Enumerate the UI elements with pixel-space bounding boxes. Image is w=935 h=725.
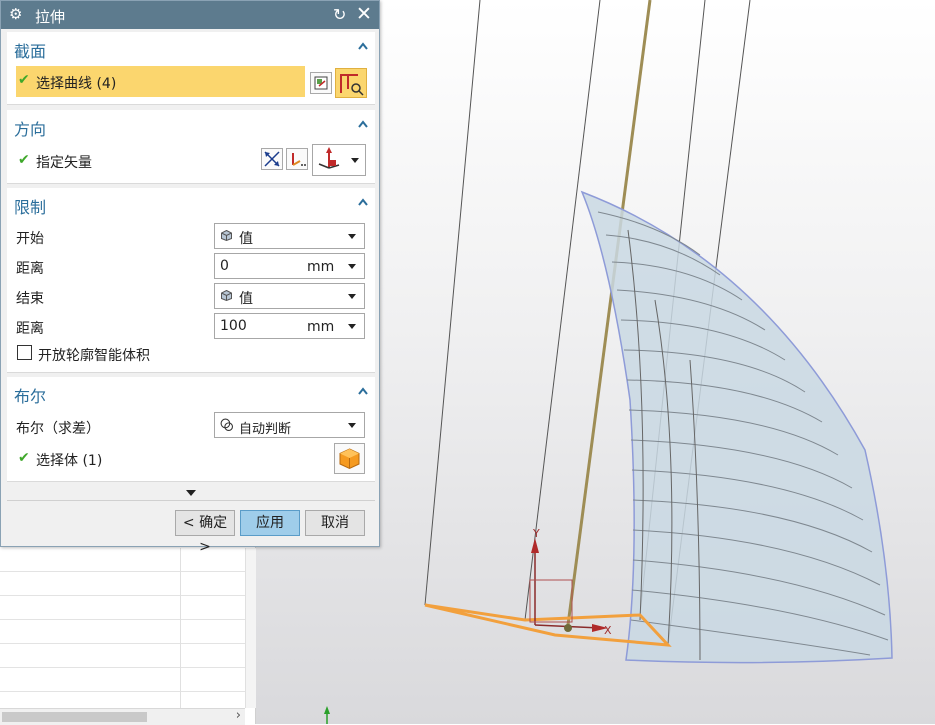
end-distance-field[interactable]: 100 mm bbox=[214, 313, 365, 339]
check-icon: ✔ bbox=[18, 450, 30, 466]
ok-button[interactable]: < 确定 > bbox=[175, 510, 235, 555]
gear-icon[interactable]: ⚙ bbox=[9, 5, 22, 23]
reverse-direction-icon[interactable] bbox=[261, 148, 283, 170]
boolean-panel: 布尔 布尔（求差） 自动判断 ✔ 选择体 (1) bbox=[7, 377, 375, 482]
dialog-titlebar[interactable]: ⚙ 拉伸 ↻ ✕ bbox=[1, 1, 379, 29]
collapse-icon[interactable] bbox=[358, 197, 368, 207]
open-profile-checkbox[interactable] bbox=[17, 345, 32, 360]
check-icon: ✔ bbox=[18, 152, 30, 168]
select-curve-label: 选择曲线 (4) bbox=[36, 76, 117, 92]
open-profile-label: 开放轮廓智能体积 bbox=[38, 348, 150, 364]
end-distance-value[interactable]: 100 bbox=[220, 318, 247, 334]
end-label: 结束 bbox=[16, 291, 44, 307]
start-distance-field[interactable]: 0 mm bbox=[214, 253, 365, 279]
value-icon bbox=[221, 230, 232, 241]
axis-y-label: Y bbox=[532, 527, 540, 540]
collapse-icon[interactable] bbox=[358, 41, 368, 51]
chevron-down-icon bbox=[348, 294, 356, 299]
start-distance-label: 距离 bbox=[16, 261, 44, 277]
boolean-value: 自动判断 bbox=[239, 422, 292, 437]
collapse-icon[interactable] bbox=[358, 386, 368, 396]
apply-button[interactable]: 应用 bbox=[240, 510, 300, 536]
wcs-triad bbox=[324, 706, 330, 724]
start-label: 开始 bbox=[16, 231, 44, 247]
divider bbox=[7, 500, 375, 501]
boolean-label: 布尔（求差） bbox=[16, 421, 100, 437]
start-distance-value[interactable]: 0 bbox=[220, 258, 229, 274]
scrollbar-thumb[interactable] bbox=[2, 712, 147, 722]
chevron-down-icon[interactable] bbox=[348, 324, 356, 329]
reset-icon[interactable]: ↻ bbox=[333, 5, 346, 24]
boolean-dropdown[interactable]: 自动判断 bbox=[214, 412, 365, 438]
section-title[interactable]: 布尔 bbox=[14, 383, 46, 407]
infer-icon bbox=[220, 418, 233, 431]
cancel-button[interactable]: 取消 bbox=[305, 510, 365, 536]
extrude-dialog: ⚙ 拉伸 ↻ ✕ 截面 ✔ 选择曲线 (4) 方向 ✔ 指定矢量 限制 开始 值… bbox=[0, 0, 380, 555]
check-icon: ✔ bbox=[18, 72, 30, 88]
chevron-down-icon bbox=[348, 423, 356, 428]
select-body-label: 选择体 (1) bbox=[36, 453, 103, 469]
end-distance-label: 距离 bbox=[16, 321, 44, 337]
select-curve-row[interactable]: ✔ 选择曲线 (4) bbox=[16, 66, 305, 97]
more-options-icon[interactable] bbox=[186, 490, 196, 496]
column-divider bbox=[180, 548, 181, 708]
start-distance-unit: mm bbox=[307, 259, 335, 275]
collapse-icon[interactable] bbox=[358, 119, 368, 129]
navigator-row[interactable] bbox=[0, 572, 245, 596]
navigator-row[interactable] bbox=[0, 620, 245, 644]
navigator-row[interactable] bbox=[0, 596, 245, 620]
sketch-section-icon[interactable] bbox=[310, 72, 332, 94]
axis-x-label: X bbox=[604, 624, 612, 637]
limits-panel: 限制 开始 值 距离 0 mm 结束 值 距离 100 mm 开放轮廓智能体积 bbox=[7, 188, 375, 373]
section-panel: 截面 ✔ 选择曲线 (4) bbox=[7, 32, 375, 105]
vertical-scrollbar[interactable] bbox=[245, 548, 256, 708]
chevron-down-icon bbox=[348, 234, 356, 239]
solid-body-icon[interactable] bbox=[334, 443, 365, 474]
start-type-dropdown[interactable]: 值 bbox=[214, 223, 365, 249]
close-icon[interactable]: ✕ bbox=[356, 3, 372, 25]
section-title[interactable]: 方向 bbox=[14, 116, 46, 140]
vector-type-dropdown[interactable] bbox=[312, 144, 366, 176]
navigator-row[interactable] bbox=[0, 644, 245, 668]
dialog-title: 拉伸 bbox=[35, 8, 66, 26]
chevron-down-icon[interactable] bbox=[348, 264, 356, 269]
end-type-dropdown[interactable]: 值 bbox=[214, 283, 365, 309]
scroll-right-icon[interactable]: › bbox=[236, 708, 241, 723]
specify-vector-label: 指定矢量 bbox=[36, 155, 92, 171]
vector-dialog-icon[interactable] bbox=[286, 148, 308, 170]
section-title[interactable]: 截面 bbox=[14, 38, 46, 62]
direction-panel: 方向 ✔ 指定矢量 bbox=[7, 110, 375, 184]
curve-rule-icon[interactable] bbox=[335, 68, 367, 98]
value-icon bbox=[221, 290, 232, 301]
end-type-value: 值 bbox=[239, 291, 253, 307]
end-distance-unit: mm bbox=[307, 319, 335, 335]
target-body-surface[interactable] bbox=[580, 190, 893, 664]
chevron-down-icon bbox=[351, 158, 359, 163]
vector-axes-icon bbox=[318, 147, 340, 169]
section-title[interactable]: 限制 bbox=[14, 194, 46, 218]
navigator-row[interactable] bbox=[0, 668, 245, 692]
horizontal-scrollbar[interactable]: › bbox=[0, 708, 245, 725]
start-type-value: 值 bbox=[239, 231, 253, 247]
